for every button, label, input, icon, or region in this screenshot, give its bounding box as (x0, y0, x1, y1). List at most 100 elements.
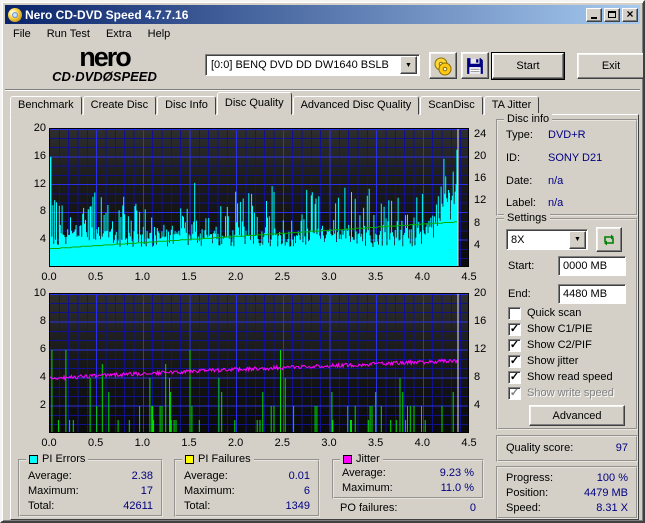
tab-scandisc[interactable]: ScanDisc (420, 96, 483, 115)
axis-tick-label: 4.0 (414, 271, 430, 283)
title-bar: Nero CD-DVD Speed 4.7.7.16 × (5, 5, 640, 24)
cddvdspeed-logo-text: CD·DVDØSPEED (52, 69, 157, 84)
axis-tick-label: 12 (474, 194, 487, 207)
axis-tick-label: 4.5 (461, 271, 477, 283)
axis-tick-label: 2.5 (274, 271, 290, 283)
maximize-button[interactable] (604, 7, 620, 22)
jitter-average-label: Average: (342, 467, 386, 479)
drive-select[interactable]: [0:0] BENQ DVD DD DW1640 BSLB ▼ (205, 54, 420, 76)
axis-tick-label: 2 (39, 399, 46, 411)
disc-info-title: Disc info (504, 113, 553, 125)
axis-tick-label: 4.0 (414, 437, 430, 449)
axis-tick-label: 16 (33, 149, 46, 162)
axis-tick-label: 2.5 (274, 437, 290, 449)
pi-failures-total-value: 1349 (285, 500, 310, 512)
save-button[interactable] (461, 52, 489, 79)
checkbox-show-c1-pie[interactable]: ✓ Show C1/PIE (508, 322, 592, 336)
checkbox-show-c2-pif[interactable]: ✓ Show C2/PIF (508, 338, 592, 352)
close-button[interactable]: × (622, 7, 638, 22)
scan-speed-arrow[interactable]: ▼ (569, 230, 586, 249)
axis-tick-label: 3.0 (321, 271, 337, 283)
end-position-label: End: (508, 288, 531, 300)
axis-tick-label: 2.0 (228, 437, 244, 449)
exit-button[interactable]: Exit (577, 53, 643, 79)
disc-id-label: ID: (506, 152, 521, 164)
pi-errors-maximum-value: 17 (140, 485, 153, 497)
menu-extra[interactable]: Extra (98, 26, 140, 42)
pi-failures-title: PI Failures (198, 453, 251, 465)
checkbox-label: Show C1/PIE (527, 323, 593, 335)
settings-title: Settings (504, 212, 550, 224)
checkbox-label: Show write speed (527, 387, 614, 399)
pi-failures-average-label: Average: (184, 470, 228, 482)
scan-speed-select[interactable]: 8X ▼ (506, 229, 588, 250)
start-position-field[interactable]: 0000 MB (558, 256, 626, 276)
axis-tick-label: 1.0 (134, 437, 150, 449)
jitter-average-value: 9.23 % (439, 467, 474, 479)
tab-disc-info[interactable]: Disc Info (157, 96, 216, 115)
drive-select-arrow[interactable]: ▼ (400, 56, 417, 74)
minimize-button[interactable] (586, 7, 602, 22)
axis-tick-label: 12 (474, 343, 487, 355)
axis-tick-label: 16 (474, 315, 487, 327)
checkbox-label: Show read speed (527, 371, 613, 383)
axis-tick-label: 4 (474, 399, 481, 411)
jitter-maximum-value: 11.0 % (440, 482, 474, 494)
chevron-down-icon: ▼ (405, 61, 412, 69)
pi-failures-panel: PI Failures Average: 0.01 Maximum: 6 Total… (174, 453, 320, 517)
pi-errors-title: PI Errors (42, 453, 86, 465)
minimize-icon (591, 17, 597, 19)
end-position-value: 4480 MB (563, 288, 608, 300)
pi-errors-total-value: 42611 (123, 500, 153, 512)
axis-tick-label: 20 (474, 149, 487, 162)
pi-errors-maximum-label: Maximum: (28, 485, 79, 497)
checkbox-show-jitter[interactable]: ✓ Show jitter (508, 354, 578, 368)
checkbox-icon (508, 306, 521, 320)
axis-tick-label: 4 (39, 371, 46, 383)
tab-advanced-disc-quality[interactable]: Advanced Disc Quality (292, 96, 420, 115)
menu-help[interactable]: Help (140, 26, 179, 42)
position-label: Position: (506, 487, 549, 499)
settings-panel: Settings 8X ▼ Start: 0000 MB End: 4480 M… (496, 212, 638, 430)
menu-run-test[interactable]: Run Test (39, 26, 98, 42)
checkbox-show-write-speed: ✓ Show write speed (508, 386, 614, 400)
checkbox-icon: ✓ (508, 322, 521, 336)
checkbox-icon: ✓ (508, 338, 521, 352)
start-position-value: 0000 MB (563, 260, 608, 272)
progress-label: Progress: (506, 472, 554, 484)
pi-errors-total-label: Total: (28, 500, 55, 512)
axis-tick-label: 10 (33, 287, 46, 299)
axis-tick-label: 1.5 (181, 437, 197, 449)
disc-label-value: n/a (548, 197, 564, 209)
quality-score-value: 97 (615, 442, 628, 454)
axis-tick-label: 2.0 (228, 271, 244, 283)
chevron-down-icon: ▼ (574, 236, 581, 243)
jitter-maximum-label: Maximum: (342, 482, 393, 494)
checkbox-label: Quick scan (527, 307, 582, 319)
checkbox-show-read-speed[interactable]: ✓ Show read speed (508, 370, 613, 384)
app-window: Nero CD-DVD Speed 4.7.7.16 × File Run Te… (0, 0, 645, 523)
disc-date-label: Date: (506, 175, 533, 187)
save-icon (467, 57, 483, 74)
end-position-field[interactable]: 4480 MB (558, 284, 626, 304)
start-button[interactable]: Start (491, 52, 565, 80)
tab-create-disc[interactable]: Create Disc (82, 96, 157, 115)
pi-errors-swatch (29, 454, 38, 464)
discs-icon (434, 57, 452, 75)
axis-tick-label: 4 (39, 233, 46, 246)
speed-label: Speed: (506, 502, 541, 514)
menu-file[interactable]: File (5, 26, 39, 42)
axis-tick-label: 8 (474, 216, 481, 229)
disc-id-value: SONY D21 (548, 152, 603, 164)
disc-date-value: n/a (548, 175, 564, 187)
advanced-button[interactable]: Advanced (529, 405, 625, 426)
tab-disc-quality[interactable]: Disc Quality (216, 92, 292, 115)
axis-tick-label: 8 (474, 371, 481, 383)
refresh-button[interactable] (596, 227, 622, 252)
disc-type-value: DVD+R (548, 129, 586, 141)
tab-benchmark[interactable]: Benchmark (10, 96, 82, 115)
disc-tools-button[interactable] (429, 52, 457, 79)
axis-tick-label: 24 (474, 127, 487, 140)
checkbox-quick-scan[interactable]: Quick scan (508, 306, 581, 320)
maximize-icon (608, 11, 616, 18)
